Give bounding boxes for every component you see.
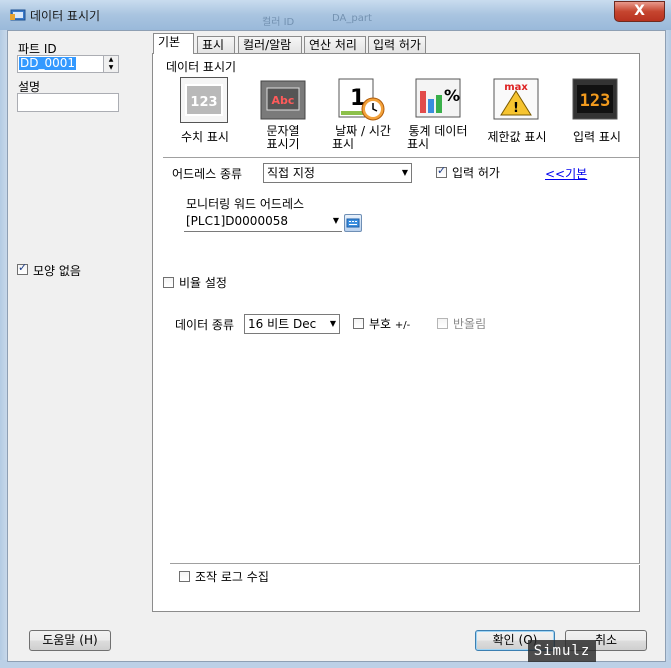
- chevron-down-icon: ▼: [329, 319, 336, 328]
- background-ghost-text: 컬러 ID: [262, 17, 295, 28]
- divider: [163, 157, 639, 159]
- limit-value-icon[interactable]: max !: [492, 77, 540, 123]
- tab-color-alarm[interactable]: 컬러/알람: [238, 36, 302, 53]
- title-bar: 컬러 ID DA_part: [0, 0, 671, 30]
- svg-text:%: %: [444, 86, 460, 105]
- input-allow-label: 입력 허가: [452, 166, 500, 180]
- statistics-display-icon[interactable]: %: [414, 77, 462, 123]
- basic-link[interactable]: <<기본: [545, 165, 587, 182]
- part-id-field[interactable]: DD_0001 ▲ ▼: [17, 55, 119, 73]
- monitor-word-select[interactable]: [PLC1]D0000058 ▼: [184, 212, 342, 232]
- sign-label: 부호 +/-: [369, 317, 411, 331]
- tab-input-permission[interactable]: 입력 허가: [368, 36, 426, 53]
- divider: [170, 563, 640, 565]
- icon-label-limit: 제한값 표시: [487, 130, 547, 144]
- round-checkbox[interactable]: [437, 318, 448, 329]
- help-button[interactable]: 도움말 (H): [29, 630, 111, 651]
- keypad-button[interactable]: [344, 214, 362, 232]
- string-display-icon[interactable]: Abc: [259, 77, 307, 123]
- part-id-value: DD_0001: [19, 56, 77, 70]
- chevron-down-icon: ▼: [401, 168, 408, 177]
- keyboard-icon: [346, 218, 360, 228]
- no-shape-checkbox[interactable]: [17, 261, 28, 275]
- description-field[interactable]: [17, 93, 119, 112]
- monitor-word-label: 모니터링 워드 어드레스: [186, 197, 305, 211]
- data-type-label: 데이터 종류: [175, 318, 235, 332]
- operation-log-checkbox[interactable]: [179, 571, 190, 582]
- background-ghost-text: DA_part: [332, 13, 372, 24]
- icon-label-datetime: 날짜 / 시간 표시: [332, 124, 391, 151]
- window-frame: [0, 30, 7, 668]
- datetime-display-icon[interactable]: 1: [337, 77, 385, 123]
- tab-basic[interactable]: 기본: [153, 33, 194, 54]
- operation-log-label: 조작 로그 수집: [195, 570, 269, 584]
- icon-label-string: 문자열 표시기: [266, 124, 300, 151]
- svg-text:!: !: [513, 101, 519, 116]
- svg-text:123: 123: [580, 91, 611, 111]
- data-type-value: 16 비트 Dec: [248, 317, 317, 331]
- round-label: 반올림: [453, 317, 487, 331]
- window-title: 데이터 표시기: [30, 9, 101, 23]
- app-icon: [10, 9, 26, 21]
- tab-calculation[interactable]: 연산 처리: [304, 36, 366, 53]
- data-type-select[interactable]: 16 비트 Dec ▼: [244, 314, 340, 334]
- scale-checkbox[interactable]: [163, 277, 174, 288]
- group-title: 데이터 표시기: [166, 60, 237, 74]
- icon-label-input: 입력 표시: [573, 130, 621, 144]
- monitor-word-value: [PLC1]D0000058: [186, 214, 288, 228]
- icon-label-numeric: 수치 표시: [181, 130, 229, 144]
- address-type-select[interactable]: 직접 지정 ▼: [263, 163, 412, 183]
- sign-checkbox[interactable]: [353, 318, 364, 329]
- address-type-label: 어드레스 종류: [172, 167, 243, 181]
- chevron-down-icon: ▼: [332, 216, 339, 225]
- icon-label-statistics: 통계 데이터 표시: [407, 124, 468, 151]
- svg-text:Abc: Abc: [272, 94, 295, 107]
- address-type-value: 직접 지정: [267, 166, 315, 180]
- scale-label: 비율 설정: [179, 276, 227, 290]
- spin-buttons[interactable]: ▲ ▼: [103, 56, 118, 72]
- close-button[interactable]: X: [614, 1, 665, 22]
- numeric-display-icon[interactable]: 123: [180, 77, 228, 123]
- input-display-icon[interactable]: 123: [571, 77, 619, 123]
- watermark: Simulz: [528, 640, 596, 662]
- tab-display[interactable]: 표시: [197, 36, 235, 53]
- input-allow-checkbox[interactable]: [436, 164, 447, 178]
- no-shape-label: 모양 없음: [33, 264, 81, 278]
- svg-text:123: 123: [190, 95, 217, 110]
